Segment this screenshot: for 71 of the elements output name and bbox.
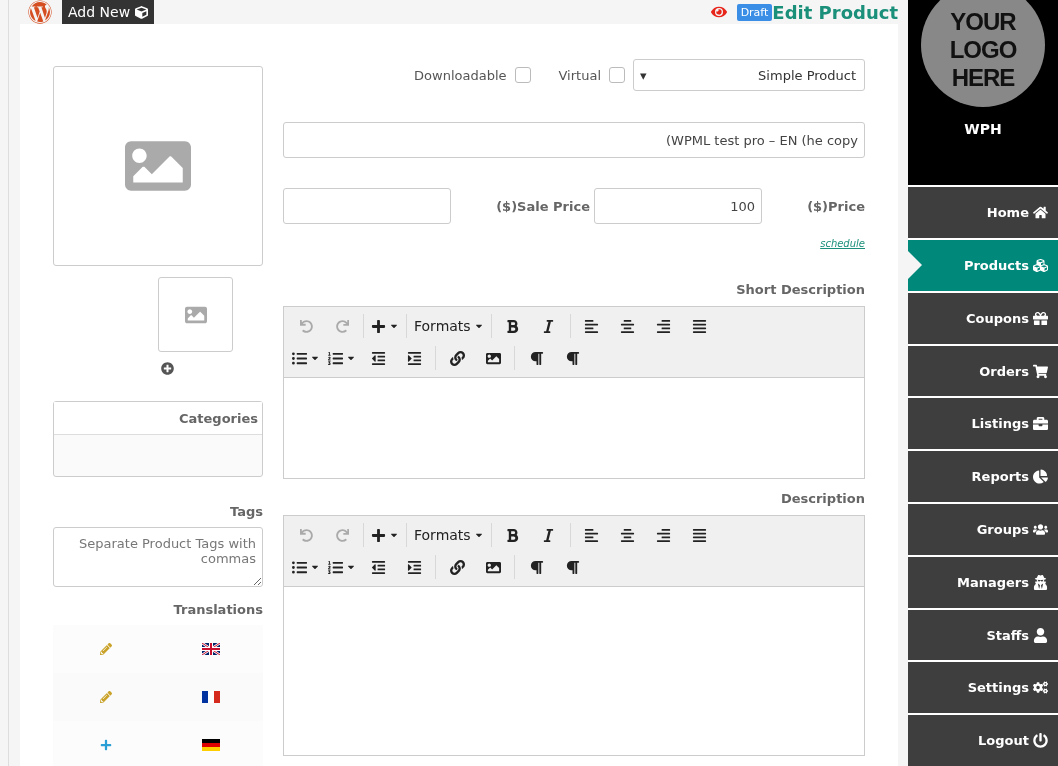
align-center-icon[interactable] [620,318,636,334]
users-icon [1033,521,1048,537]
pilcrow-icon[interactable] [528,559,544,575]
formats-dropdown[interactable]: Formats [410,312,488,340]
wordpress-logo[interactable] [28,0,52,24]
pilcrow-icon[interactable] [528,350,544,366]
cube-icon [135,5,149,19]
pilcrow-icon[interactable] [564,350,580,366]
indent-icon[interactable] [406,350,422,366]
editor-label: Short Description [735,282,865,297]
downloadable-label: Downloadable [414,67,507,83]
product-type-select[interactable]: ▾ Simple Product [633,59,865,91]
align-right-icon[interactable] [656,318,672,334]
flag-icon [201,643,220,655]
user-icon [1033,627,1048,643]
product-name-field[interactable]: (WPML test pro – EN (he copy [283,122,865,158]
gift-icon [1033,310,1048,326]
price-label: ($)Price [807,198,865,214]
flag-icon [201,691,220,703]
tags-label: Tags [229,504,263,519]
sale-price-label: ($)Sale Price [496,198,590,214]
price-field[interactable]: 100 [593,188,762,224]
indent-icon[interactable] [406,559,422,575]
gears-icon [1033,680,1048,696]
link-icon[interactable] [449,350,465,366]
formats-dropdown[interactable]: Formats [410,521,488,549]
align-left-icon[interactable] [584,318,600,334]
add-new-button[interactable]: Add New [62,0,155,24]
tags-field[interactable]: Separate Product Tags with commas [53,527,263,587]
power-icon [1033,733,1048,749]
briefcase-icon [1033,416,1048,432]
pilcrow-icon[interactable] [564,559,580,575]
categories-title: Categories [179,410,258,426]
numbered-list-icon[interactable] [328,350,343,366]
bold-icon[interactable] [505,318,521,334]
outdent-icon[interactable] [370,350,386,366]
image-icon[interactable] [485,350,501,366]
site-name: WPH [964,121,1002,137]
eye-icon[interactable] [710,4,727,20]
bullet-list-icon[interactable] [292,559,307,575]
bullet-list-icon[interactable] [292,350,307,366]
add-image-icon[interactable] [161,362,174,375]
bold-icon[interactable] [505,527,521,543]
downloadable-checkbox[interactable] [514,67,531,83]
align-left-icon[interactable] [584,527,600,543]
translations-label: Translations [172,602,263,617]
cart-icon [1033,363,1048,379]
home-icon [1033,205,1048,221]
nav-item[interactable]: Products [908,238,1058,291]
align-right-icon[interactable] [656,527,672,543]
virtual-checkbox[interactable] [609,67,625,83]
sale-price-field[interactable] [283,188,451,224]
align-justify-icon[interactable] [692,318,708,334]
numbered-list-icon[interactable] [328,559,343,575]
logo-text: YOUR LOGO HERE [949,8,1017,92]
pie-chart-icon [1033,469,1048,485]
flag-icon [201,739,220,751]
cubes-icon [1033,257,1048,273]
page-title: Edit Product [772,1,898,23]
virtual-label: Virtual [558,67,601,83]
outdent-icon[interactable] [370,559,386,575]
schedule-link[interactable]: schedule [820,238,865,249]
align-justify-icon[interactable] [692,527,708,543]
align-center-icon[interactable] [620,527,636,543]
plus-icon[interactable] [371,318,386,334]
link-icon[interactable] [449,559,465,575]
plus-icon[interactable] [371,527,386,543]
spy-icon [1033,574,1048,590]
editor-label: Description [779,491,865,506]
status-badge: Draft [736,3,773,21]
image-icon[interactable] [485,559,501,575]
